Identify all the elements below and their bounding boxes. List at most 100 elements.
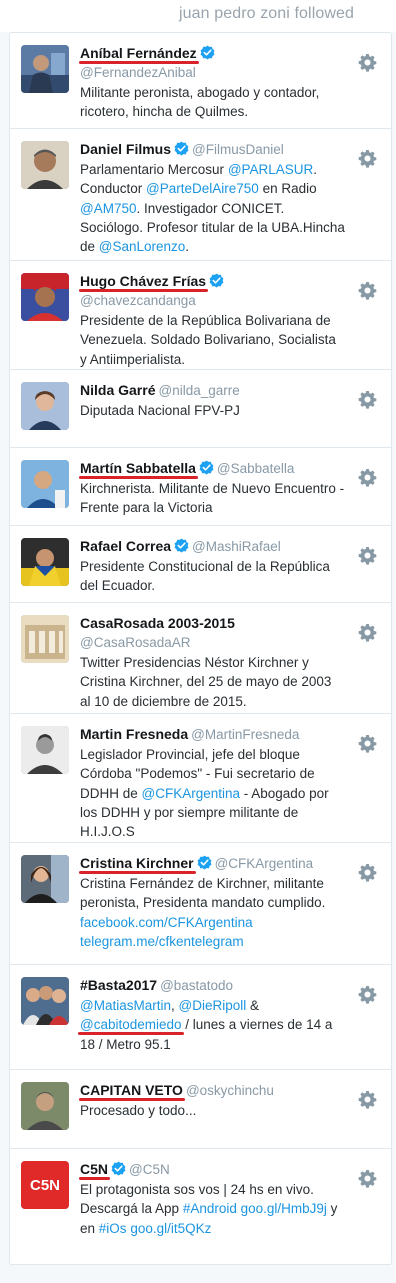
hashtag-link[interactable]: #Android (183, 1201, 237, 1216)
user-bio: Diputada Nacional FPV-PJ (80, 403, 240, 418)
website-link[interactable]: facebook.com/CFKArgentina (80, 915, 253, 930)
mention-link[interactable]: @DieRipoll (179, 998, 247, 1013)
header: juan pedro zoni followed (0, 0, 396, 32)
mention-link[interactable]: @MatiasMartin (80, 998, 171, 1013)
user-bio: Cristina Fernández de Kirchner, militant… (80, 874, 345, 951)
avatar[interactable] (21, 141, 69, 189)
followed-list-screen: juan pedro zoni followed Aníbal Fernánde… (0, 0, 396, 1283)
list-item[interactable]: Martín Sabbatella @Sabbatella Kirchnerist… (10, 448, 391, 526)
gear-icon[interactable] (358, 546, 377, 565)
gear-icon[interactable] (358, 149, 377, 168)
name-line: Hugo Chávez Frías @chavezcandanga (80, 271, 345, 311)
bio-text: Parlamentario Mercosur (80, 162, 228, 177)
user-handle[interactable]: @MartinFresneda (191, 727, 299, 742)
user-name[interactable]: CAPITAN VETO (80, 1082, 183, 1098)
user-handle[interactable]: @CasaRosadaAR (80, 633, 345, 653)
user-name[interactable]: Martin Fresneda (80, 726, 188, 742)
list-item[interactable]: C5N C5N @C5N El protagonista sos vos | 24… (10, 1149, 391, 1265)
user-list: Aníbal Fernández @FernandezAnibal Milita… (9, 32, 392, 1265)
avatar[interactable] (21, 460, 69, 508)
avatar[interactable] (21, 45, 69, 93)
mention-link[interactable]: @SanLorenzo (99, 239, 186, 254)
website-link[interactable]: goo.gl/it5QKz (130, 1221, 211, 1236)
user-handle[interactable]: @bastatodo (160, 978, 233, 993)
gear-icon[interactable] (358, 468, 377, 487)
verified-badge-icon (174, 141, 189, 156)
user-handle[interactable]: @FernandezAnibal (80, 63, 345, 83)
avatar[interactable] (21, 382, 69, 430)
user-name[interactable]: Nilda Garré (80, 382, 155, 398)
website-link[interactable]: telegram.me/cfkentelegram (80, 934, 244, 949)
user-name[interactable]: Aníbal Fernández (80, 45, 197, 61)
user-name[interactable]: Martín Sabbatella (80, 460, 196, 476)
gear-icon[interactable] (358, 734, 377, 753)
user-handle[interactable]: @chavezcandanga (80, 291, 345, 311)
user-name[interactable]: Hugo Chávez Frías (80, 273, 206, 289)
avatar[interactable] (21, 615, 69, 663)
avatar[interactable] (21, 273, 69, 321)
name-line: #Basta2017 @bastatodo (80, 975, 345, 996)
mention-link[interactable]: @cabitodemiedo (80, 1017, 182, 1032)
list-item[interactable]: Hugo Chávez Frías @chavezcandanga Presid… (10, 261, 391, 370)
user-handle[interactable]: @C5N (129, 1162, 170, 1177)
bio-text: en Radio (258, 181, 317, 197)
avatar[interactable] (21, 855, 69, 903)
user-name[interactable]: Daniel Filmus (80, 141, 171, 157)
name-line: CAPITAN VETO @oskychinchu (80, 1080, 345, 1101)
name-line: Rafael Correa @MashiRafael (80, 536, 345, 557)
gear-icon[interactable] (358, 1090, 377, 1109)
list-item[interactable]: Cristina Kirchner @CFKArgentina Cristina … (10, 843, 391, 965)
avatar[interactable]: C5N (21, 1161, 69, 1209)
name-line: Nilda Garré @nilda_garre (80, 380, 345, 401)
list-item[interactable]: Aníbal Fernández @FernandezAnibal Milita… (10, 33, 391, 129)
list-item[interactable]: CAPITAN VETO @oskychinchu Procesado y tod… (10, 1070, 391, 1149)
user-bio: Legislador Provincial, jefe del bloque C… (80, 745, 345, 841)
user-name[interactable]: Cristina Kirchner (80, 855, 194, 871)
bio-text: & (246, 998, 259, 1013)
avatar[interactable] (21, 538, 69, 586)
gear-icon[interactable] (358, 53, 377, 72)
user-handle[interactable]: @FilmusDaniel (192, 142, 284, 157)
avatar[interactable] (21, 1082, 69, 1130)
svg-text:C5N: C5N (30, 1177, 60, 1194)
list-item[interactable]: Nilda Garré @nilda_garre Diputada Naciona… (10, 370, 391, 448)
list-item[interactable]: Rafael Correa @MashiRafael Presidente Con… (10, 526, 391, 603)
gear-icon[interactable] (358, 863, 377, 882)
gear-icon[interactable] (358, 281, 377, 300)
bio-text: , (170, 998, 179, 1013)
user-name[interactable]: Rafael Correa (80, 538, 171, 554)
gear-icon[interactable] (358, 623, 377, 642)
list-item[interactable]: Daniel Filmus @FilmusDaniel Parlamentario… (10, 129, 391, 261)
name-line: C5N @C5N (80, 1159, 345, 1180)
avatar[interactable] (21, 726, 69, 774)
user-handle[interactable]: @nilda_garre (158, 383, 239, 398)
mention-link[interactable]: @AM750 (80, 201, 136, 216)
user-handle[interactable]: @Sabbatella (217, 461, 295, 476)
user-name[interactable]: C5N (80, 1161, 108, 1177)
gear-icon[interactable] (358, 985, 377, 1004)
user-handle[interactable]: @CFKArgentina (215, 856, 314, 871)
verified-badge-icon (200, 45, 215, 60)
user-name[interactable]: #Basta2017 (80, 977, 157, 993)
gear-icon[interactable] (358, 390, 377, 409)
user-handle[interactable]: @oskychinchu (186, 1083, 274, 1098)
user-name[interactable]: CasaRosada 2003-2015 (80, 615, 235, 631)
website-link[interactable]: goo.gl/HmbJ9j (241, 1201, 327, 1216)
name-line: Cristina Kirchner @CFKArgentina (80, 853, 345, 874)
hashtag-link[interactable]: #iOs (99, 1221, 127, 1236)
list-item[interactable]: CasaRosada 2003-2015 @CasaRosadaAR Twitt… (10, 603, 391, 714)
verified-badge-icon (209, 273, 224, 288)
verified-badge-icon (174, 538, 189, 553)
gear-icon[interactable] (358, 1169, 377, 1188)
user-bio: Militante peronista, abogado y contador,… (80, 85, 320, 120)
list-item[interactable]: #Basta2017 @bastatodo @MatiasMartin, @Die… (10, 965, 391, 1070)
avatar[interactable] (21, 977, 69, 1025)
list-item[interactable]: Martin Fresneda @MartinFresneda Legislado… (10, 714, 391, 843)
name-line: Daniel Filmus @FilmusDaniel (80, 139, 345, 160)
mention-link[interactable]: @CFKArgentina (142, 786, 241, 801)
mention-link[interactable]: @PARLASUR (228, 162, 313, 177)
verified-badge-icon (111, 1161, 126, 1176)
user-handle[interactable]: @MashiRafael (192, 539, 281, 554)
mention-link[interactable]: @ParteDelAire750 (146, 181, 259, 196)
user-bio: Twitter Presidencias Néstor Kirchner y C… (80, 655, 332, 709)
